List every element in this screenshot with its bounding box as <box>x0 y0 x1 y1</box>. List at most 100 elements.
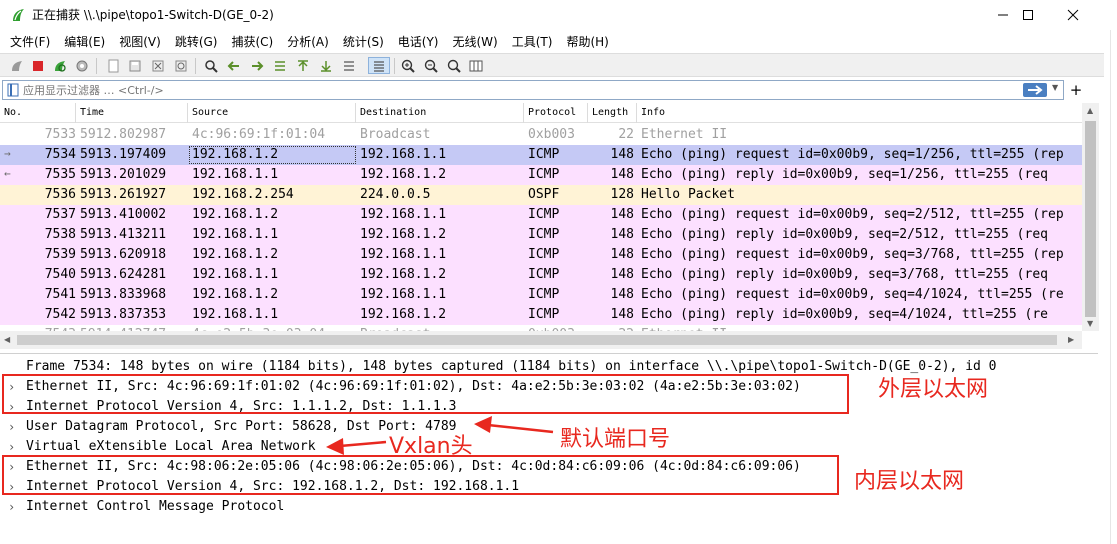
last-packet-icon[interactable] <box>317 57 334 74</box>
menu-file[interactable]: 文件(F) <box>10 33 50 50</box>
packet-info: Echo (ping) reply id=0x00b9, seq=3/768, … <box>641 267 1048 282</box>
column-no[interactable]: No. <box>0 103 76 123</box>
packet-dst: 192.168.1.1 <box>360 287 447 302</box>
go-back-icon[interactable] <box>225 57 242 74</box>
packet-no: 7534 <box>44 147 76 162</box>
reload-file-icon[interactable] <box>172 57 189 74</box>
packet-no: 7538 <box>44 227 76 242</box>
packet-proto: ICMP <box>528 267 560 282</box>
start-capture-icon[interactable] <box>8 57 25 74</box>
menu-analyze[interactable]: 分析(A) <box>287 33 329 50</box>
menu-help[interactable]: 帮助(H) <box>566 33 608 50</box>
packet-row[interactable]: 7538 5913.413211 192.168.1.1 192.168.1.2 ICM… <box>0 225 1082 245</box>
inner-ethernet-annotation: 内层以太网 <box>854 469 965 494</box>
open-file-icon[interactable] <box>104 57 121 74</box>
packet-dst: 192.168.1.2 <box>360 167 447 182</box>
maximize-button[interactable] <box>1005 0 1051 30</box>
bookmark-icon[interactable] <box>7 83 19 97</box>
scroll-right-icon[interactable]: ▶ <box>1068 335 1074 344</box>
column-protocol[interactable]: Protocol <box>524 103 588 123</box>
menu-edit[interactable]: 编辑(E) <box>64 33 105 50</box>
menu-telephony[interactable]: 电话(Y) <box>398 33 439 50</box>
close-button[interactable] <box>1050 0 1096 30</box>
packet-time: 5913.201029 <box>80 167 167 182</box>
scroll-left-icon[interactable]: ◀ <box>4 335 10 344</box>
window-edge <box>1110 30 1117 544</box>
column-destination[interactable]: Destination <box>356 103 524 123</box>
scrollbar-thumb[interactable] <box>17 335 1057 345</box>
scrollbar-thumb[interactable] <box>1085 121 1096 317</box>
packet-row[interactable]: → 7534 5913.197409 192.168.1.2 192.168.1.1 IC… <box>0 145 1082 165</box>
packet-no: 7539 <box>44 247 76 262</box>
packet-src: 192.168.1.1 <box>192 167 279 182</box>
packet-len: 148 <box>610 267 634 282</box>
packet-info: Echo (ping) reply id=0x00b9, seq=4/1024,… <box>641 307 1048 322</box>
column-info[interactable]: Info <box>637 103 1082 123</box>
menu-capture[interactable]: 捕获(C) <box>231 33 273 50</box>
scroll-up-icon[interactable]: ▲ <box>1087 106 1093 115</box>
packet-time: 5913.410002 <box>80 207 167 222</box>
resize-columns-icon[interactable] <box>467 57 484 74</box>
packet-info: Echo (ping) request id=0x00b9, seq=1/256… <box>641 147 1064 162</box>
packet-info: Echo (ping) request id=0x00b9, seq=3/768… <box>641 247 1064 262</box>
add-filter-button[interactable]: + <box>1068 80 1084 100</box>
menu-wireless[interactable]: 无线(W) <box>453 33 498 50</box>
column-length[interactable]: Length <box>588 103 637 123</box>
menu-bar: 文件(F) 编辑(E) 视图(V) 跳转(G) 捕获(C) 分析(A) 统计(S… <box>0 30 1117 52</box>
packet-info: Ethernet II <box>641 127 728 142</box>
packet-row[interactable]: 7533 5912.802987 4c:96:69:1f:01:04 Broadcas… <box>0 125 1082 145</box>
packet-info: Echo (ping) reply id=0x00b9, seq=2/512, … <box>641 227 1048 242</box>
display-filter-input[interactable] <box>23 82 1013 98</box>
detail-row-vxlan[interactable]: › Virtual eXtensible Local Area Network <box>0 437 1098 457</box>
stop-capture-icon[interactable] <box>29 57 46 74</box>
packet-no: 7536 <box>44 187 76 202</box>
scroll-down-icon[interactable]: ▼ <box>1087 319 1093 328</box>
apply-filter-arrow-icon[interactable] <box>1023 83 1047 97</box>
packet-row[interactable]: 7542 5913.837353 192.168.1.1 192.168.1.2 ICM… <box>0 305 1082 325</box>
auto-scroll-icon[interactable] <box>340 57 357 74</box>
zoom-in-icon[interactable] <box>399 57 416 74</box>
column-source[interactable]: Source <box>188 103 356 123</box>
capture-options-icon[interactable] <box>73 57 90 74</box>
packet-row[interactable]: 7539 5913.620918 192.168.1.2 192.168.1.1 ICM… <box>0 245 1082 265</box>
first-packet-icon[interactable] <box>294 57 311 74</box>
restart-capture-icon[interactable] <box>51 57 68 74</box>
close-file-icon[interactable] <box>149 57 166 74</box>
packet-src: 192.168.2.254 <box>192 187 294 202</box>
packet-list-vertical-scrollbar[interactable]: ▲ ▼ <box>1082 103 1099 331</box>
packet-list-horizontal-scrollbar[interactable]: ◀ ▶ <box>0 331 1082 349</box>
packet-src: 192.168.1.1 <box>192 227 279 242</box>
expand-chevron-icon[interactable]: › <box>8 417 18 437</box>
packet-dst: 192.168.1.1 <box>360 207 447 222</box>
find-packet-icon[interactable] <box>202 57 219 74</box>
save-file-icon[interactable] <box>126 57 143 74</box>
packet-row[interactable]: 7541 5913.833968 192.168.1.2 192.168.1.1 ICM… <box>0 285 1082 305</box>
zoom-out-icon[interactable] <box>422 57 439 74</box>
packet-no: 7537 <box>44 207 76 222</box>
detail-row-udp[interactable]: › User Datagram Protocol, Src Port: 58628… <box>0 417 1098 437</box>
menu-go[interactable]: 跳转(G) <box>175 33 218 50</box>
column-time[interactable]: Time <box>76 103 188 123</box>
packet-row[interactable]: 7540 5913.624281 192.168.1.1 192.168.1.2 ICM… <box>0 265 1082 285</box>
packet-row[interactable]: 7536 5913.261927 192.168.2.254 224.0.0.5 OSP… <box>0 185 1082 205</box>
packet-len: 148 <box>610 167 634 182</box>
packet-row[interactable]: ← 7535 5913.201029 192.168.1.1 192.168.1.2 IC… <box>0 165 1082 185</box>
go-forward-icon[interactable] <box>248 57 265 74</box>
packet-row[interactable]: 7537 5913.410002 192.168.1.2 192.168.1.1 ICM… <box>0 205 1082 225</box>
expand-chevron-icon[interactable]: › <box>8 497 18 517</box>
normal-size-icon[interactable] <box>445 57 462 74</box>
packet-list: No. Time Source Destination Protocol Len… <box>0 103 1082 331</box>
expand-chevron-icon[interactable]: › <box>8 437 18 457</box>
menu-view[interactable]: 视图(V) <box>119 33 161 50</box>
packet-info: Echo (ping) request id=0x00b9, seq=4/102… <box>641 287 1064 302</box>
detail-row-icmp[interactable]: › Internet Control Message Protocol <box>0 497 1098 517</box>
focused-cell-outline <box>189 146 356 164</box>
colorize-icon[interactable] <box>368 57 390 74</box>
menu-statistics[interactable]: 统计(S) <box>343 33 384 50</box>
wireshark-fin-icon <box>10 7 26 23</box>
filter-history-chevron-down-icon[interactable]: ▼ <box>1052 83 1062 97</box>
go-to-packet-icon[interactable] <box>271 57 288 74</box>
packet-dst: 192.168.1.1 <box>360 247 447 262</box>
menu-tools[interactable]: 工具(T) <box>512 33 553 50</box>
packet-info: Echo (ping) reply id=0x00b9, seq=1/256, … <box>641 167 1048 182</box>
